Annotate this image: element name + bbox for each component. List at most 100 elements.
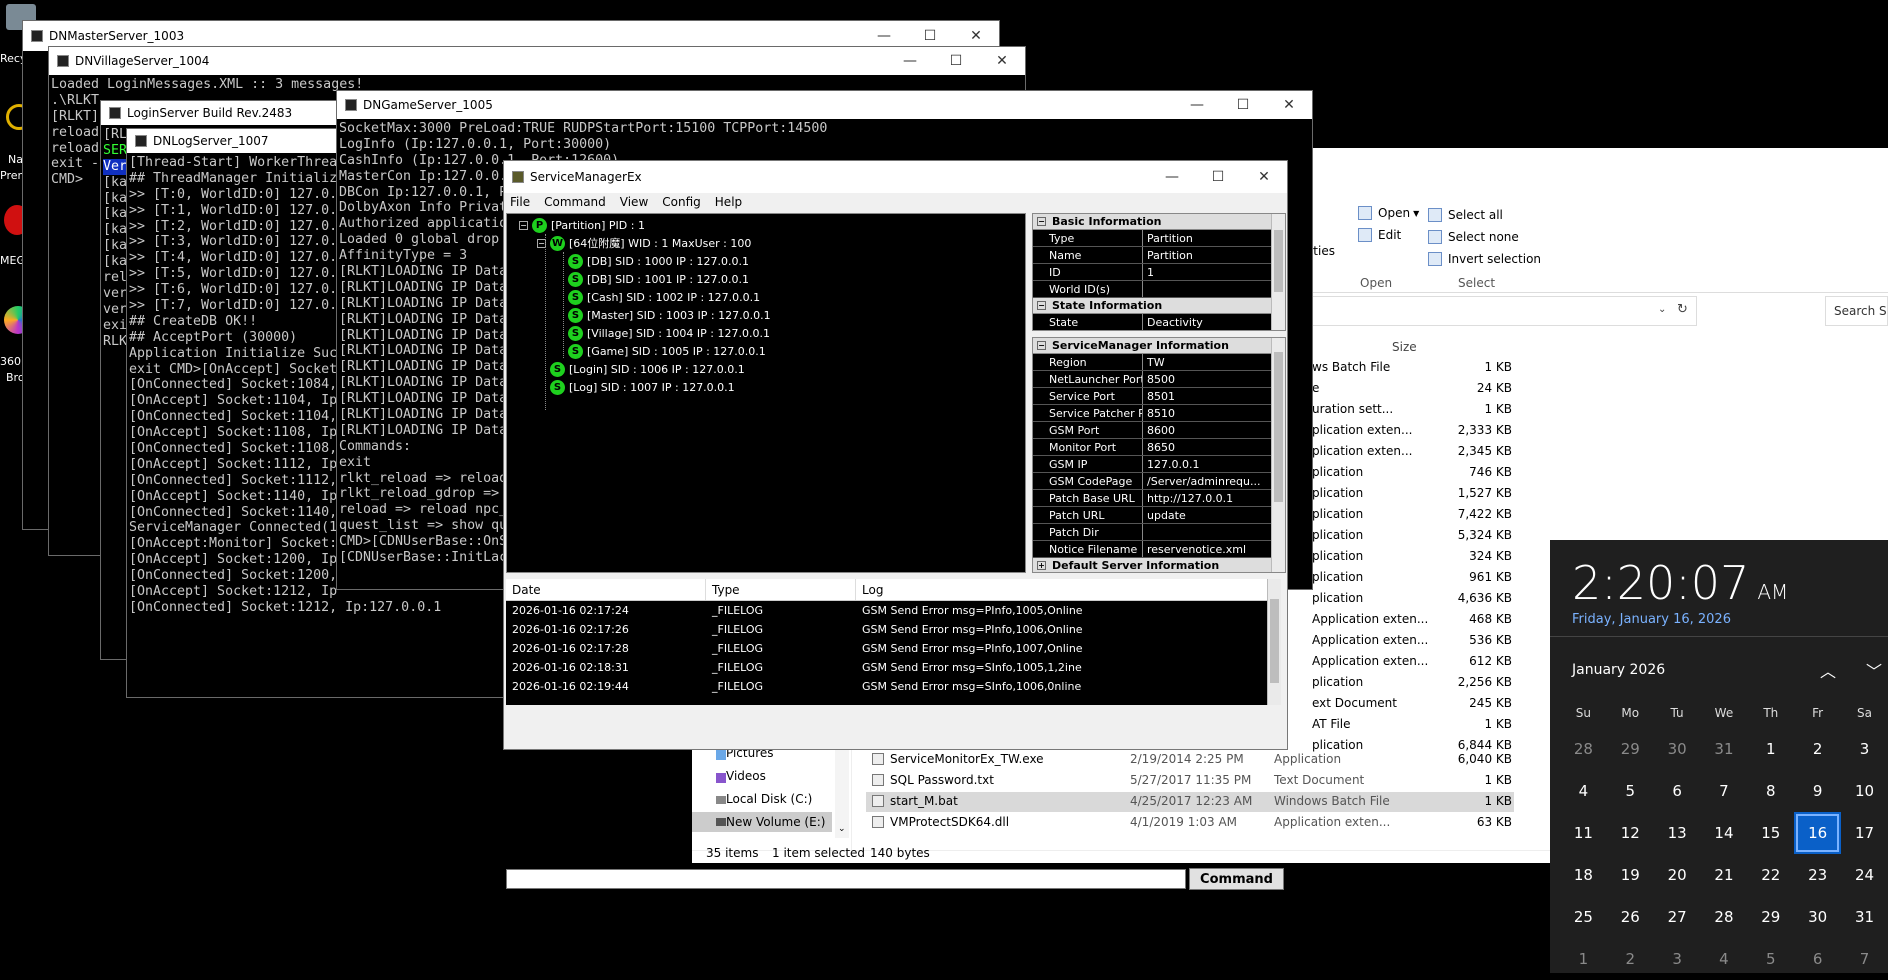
calendar-day[interactable]: 1 (1560, 938, 1607, 980)
tree-node[interactable]: − P [Partition] PID : 1 (519, 216, 645, 234)
calendar-day[interactable]: 13 (1654, 812, 1701, 854)
property-row[interactable]: Type Partition (1033, 230, 1271, 247)
expand-icon[interactable]: + (1037, 561, 1046, 570)
calendar-day[interactable]: 31 (1701, 728, 1748, 770)
command-input[interactable] (506, 869, 1186, 889)
calendar-day[interactable]: 7 (1841, 938, 1888, 980)
property-row[interactable]: Patch Dir (1033, 524, 1271, 541)
collapse-icon[interactable]: − (519, 220, 528, 230)
maximize-icon[interactable]: ☐ (1220, 91, 1266, 119)
property-value[interactable]: Deactivity (1143, 314, 1271, 330)
calendar-day[interactable]: 22 (1747, 854, 1794, 896)
chevron-down-icon[interactable]: ⌄ (1658, 304, 1666, 315)
scrollbar[interactable] (1271, 214, 1285, 330)
property-row[interactable]: Notice Filename reservenotice.xml (1033, 541, 1271, 558)
basic-info-grid[interactable]: − Basic Information Type Partition Name Part… (1032, 213, 1286, 331)
invert-selection-button[interactable]: Invert selection (1428, 252, 1541, 266)
clock-date[interactable]: Friday, January 16, 2026 (1572, 612, 1731, 627)
property-row[interactable]: State Deactivity (1033, 314, 1271, 330)
property-value[interactable]: 8600 (1143, 422, 1271, 438)
menu-help[interactable]: Help (715, 195, 742, 209)
property-row[interactable]: GSM Port 8600 (1033, 422, 1271, 439)
tree-node[interactable]: S [DB] SID : 1001 IP : 127.0.0.1 (555, 270, 749, 288)
calendar-day[interactable]: 5 (1607, 770, 1654, 812)
tree-node[interactable]: S [Cash] SID : 1002 IP : 127.0.0.1 (555, 288, 760, 306)
property-row[interactable]: Service Port 8501 (1033, 388, 1271, 405)
property-value[interactable]: TW (1143, 354, 1271, 370)
calendar-day[interactable]: 4 (1560, 770, 1607, 812)
calendar-day[interactable]: 29 (1607, 728, 1654, 770)
calendar-day[interactable]: 14 (1701, 812, 1748, 854)
calendar-day[interactable]: 5 (1747, 938, 1794, 980)
property-value[interactable]: 8500 (1143, 371, 1271, 387)
property-row[interactable]: Name Partition (1033, 247, 1271, 264)
minimize-icon[interactable]: — (887, 47, 933, 75)
command-button[interactable]: Command (1189, 868, 1284, 890)
property-row[interactable]: Monitor Port 8650 (1033, 439, 1271, 456)
log-row[interactable]: 2026-01-16 02:17:26 _FILELOG GSM Send Erro… (506, 620, 1267, 639)
tree-node[interactable]: S [DB] SID : 1000 IP : 127.0.0.1 (555, 252, 749, 270)
address-bar[interactable]: ⌄ ↻ (1312, 296, 1697, 326)
calendar-day[interactable]: 23 (1794, 854, 1841, 896)
search-input[interactable]: Search Ser (1825, 296, 1888, 326)
calendar-day[interactable]: 20 (1654, 854, 1701, 896)
property-row[interactable]: GSM IP 127.0.0.1 (1033, 456, 1271, 473)
calendar-day[interactable]: 21 (1701, 854, 1748, 896)
minimize-icon[interactable]: — (1174, 91, 1220, 119)
property-value[interactable]: update (1143, 507, 1271, 523)
calendar-day[interactable]: 3 (1841, 728, 1888, 770)
log-row[interactable]: 2026-01-16 02:17:28 _FILELOG GSM Send Erro… (506, 639, 1267, 658)
close-icon[interactable]: ✕ (979, 47, 1025, 75)
calendar-day[interactable]: 30 (1654, 728, 1701, 770)
calendar-day[interactable]: 28 (1701, 896, 1748, 938)
calendar-day[interactable]: 29 (1747, 896, 1794, 938)
calendar-day[interactable]: 27 (1654, 896, 1701, 938)
calendar-month[interactable]: January 2026 (1572, 662, 1665, 678)
log-row[interactable]: 2026-01-16 02:17:24 _FILELOG GSM Send Erro… (506, 601, 1267, 620)
property-value[interactable]: 127.0.0.1 (1143, 456, 1271, 472)
property-row[interactable]: Patch Base URL http://127.0.0.1 (1033, 490, 1271, 507)
calendar-day[interactable]: 15 (1747, 812, 1794, 854)
tree-node[interactable]: S [Master] SID : 1003 IP : 127.0.0.1 (555, 306, 771, 324)
refresh-icon[interactable]: ↻ (1677, 302, 1688, 317)
property-value[interactable] (1143, 281, 1271, 297)
property-value[interactable]: Partition (1143, 230, 1271, 246)
property-row[interactable]: Region TW (1033, 354, 1271, 371)
calendar-day[interactable]: 4 (1701, 938, 1748, 980)
property-value[interactable]: http://127.0.0.1 (1143, 490, 1271, 506)
property-row[interactable]: Service Patcher Port8510 (1033, 405, 1271, 422)
calendar-day[interactable]: 25 (1560, 896, 1607, 938)
calendar-day[interactable]: 12 (1607, 812, 1654, 854)
window-service-manager[interactable]: ServiceManagerEx — ☐ ✕ File Command View C… (503, 160, 1288, 909)
select-all-button[interactable]: Select all (1428, 208, 1503, 222)
calendar-day[interactable]: 11 (1560, 812, 1607, 854)
collapse-icon[interactable]: − (1037, 217, 1046, 226)
calendar-day[interactable]: 17 (1841, 812, 1888, 854)
menu-config[interactable]: Config (662, 195, 701, 209)
column-log[interactable]: Log (856, 579, 1281, 600)
property-value[interactable]: reservenotice.xml (1143, 541, 1271, 557)
section-header[interactable]: − ServiceManager Information (1033, 338, 1271, 354)
scrollbar[interactable] (1267, 579, 1281, 705)
calendar-day[interactable]: 3 (1654, 938, 1701, 980)
menu-file[interactable]: File (510, 195, 530, 209)
minimize-icon[interactable]: — (1149, 161, 1195, 193)
column-type[interactable]: Type (706, 579, 856, 600)
calendar-day[interactable]: 18 (1560, 854, 1607, 896)
collapse-icon[interactable]: − (1037, 301, 1046, 310)
log-row[interactable]: 2026-01-16 02:19:44 _FILELOG GSM Send Erro… (506, 677, 1267, 696)
select-none-button[interactable]: Select none (1428, 230, 1519, 244)
property-value[interactable]: 8501 (1143, 388, 1271, 404)
property-value[interactable]: /Server/adminrequ... (1143, 473, 1271, 489)
property-value[interactable]: 8650 (1143, 439, 1271, 455)
section-header[interactable]: − State Information (1033, 298, 1271, 314)
calendar-day[interactable]: 19 (1607, 854, 1654, 896)
section-header[interactable]: − Basic Information (1033, 214, 1285, 230)
calendar-day[interactable]: 2 (1794, 728, 1841, 770)
calendar-day[interactable]: 1 (1747, 728, 1794, 770)
calendar-day[interactable]: 6 (1794, 938, 1841, 980)
edit-button[interactable]: Edit (1358, 228, 1401, 242)
menu-view[interactable]: View (620, 195, 648, 209)
calendar-day[interactable]: 8 (1747, 770, 1794, 812)
tree-node[interactable]: S [Login] SID : 1006 IP : 127.0.0.1 (537, 360, 745, 378)
